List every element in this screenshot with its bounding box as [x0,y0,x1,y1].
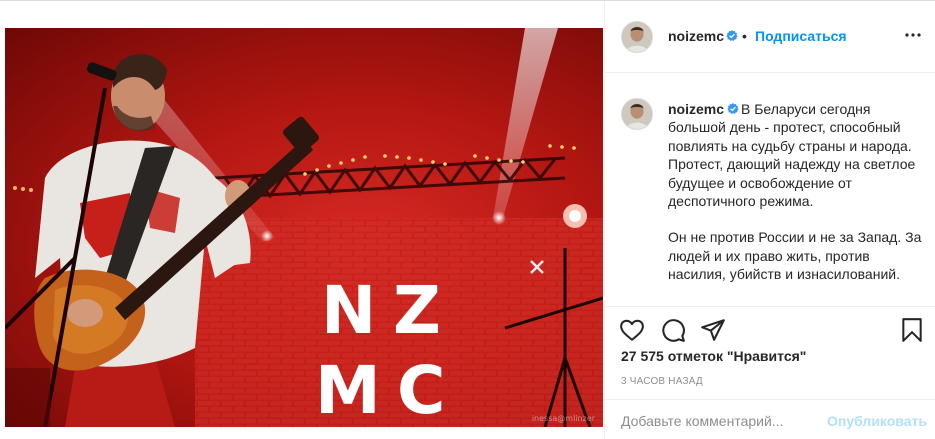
post-actions [605,306,935,346]
caption-paragraph: В Беларуси сегодня большой день - протес… [668,101,916,210]
author-username[interactable]: noizemc [668,28,724,44]
photo-watermark: inessa@mlinzer [531,414,595,423]
share-icon[interactable] [700,317,726,343]
stage-letter: N [321,272,376,349]
header-separator: • [742,28,747,44]
post-header: noizemc • Подписаться [605,1,935,73]
verified-badge-icon [726,30,738,41]
caption-author-avatar[interactable] [621,98,653,130]
author-avatar[interactable] [621,21,653,53]
heart-icon[interactable] [619,317,645,343]
concert-scene: N Z M C [5,28,603,427]
comment-input[interactable] [621,410,821,432]
follow-button[interactable]: Подписаться [755,28,847,44]
stage-letter: M [315,352,381,427]
post-side-panel: noizemc • Подписаться noizemc В Беларуси… [604,1,935,439]
post-photo[interactable]: N Z M C inessa@mlinzer [5,28,603,427]
profile-avatar-icon [622,22,652,52]
stage-letter: C [397,352,445,427]
publish-comment-button[interactable]: Опубликовать [827,413,927,429]
instagram-post: N Z M C inessa@mlinzer noizemc • Подписа… [0,0,935,439]
more-options-icon[interactable] [903,25,923,45]
caption-paragraph: Он не против России и не за Запад. За лю… [668,229,922,283]
stage-letter: Z [393,272,441,349]
bookmark-icon[interactable] [899,317,925,343]
post-timestamp[interactable]: 3 ЧАСОВ НАЗАД [621,376,703,387]
likes-count[interactable]: 27 575 отметок "Нравится" [621,348,806,364]
caption-text: noizemc В Беларуси сегодня большой день … [668,100,924,284]
post-caption: noizemc В Беларуси сегодня большой день … [605,74,935,306]
comment-icon[interactable] [660,317,686,343]
caption-username[interactable]: noizemc [668,101,724,117]
profile-avatar-icon [622,99,652,129]
add-comment-bar: Опубликовать [605,399,935,439]
verified-badge-icon [727,103,739,114]
